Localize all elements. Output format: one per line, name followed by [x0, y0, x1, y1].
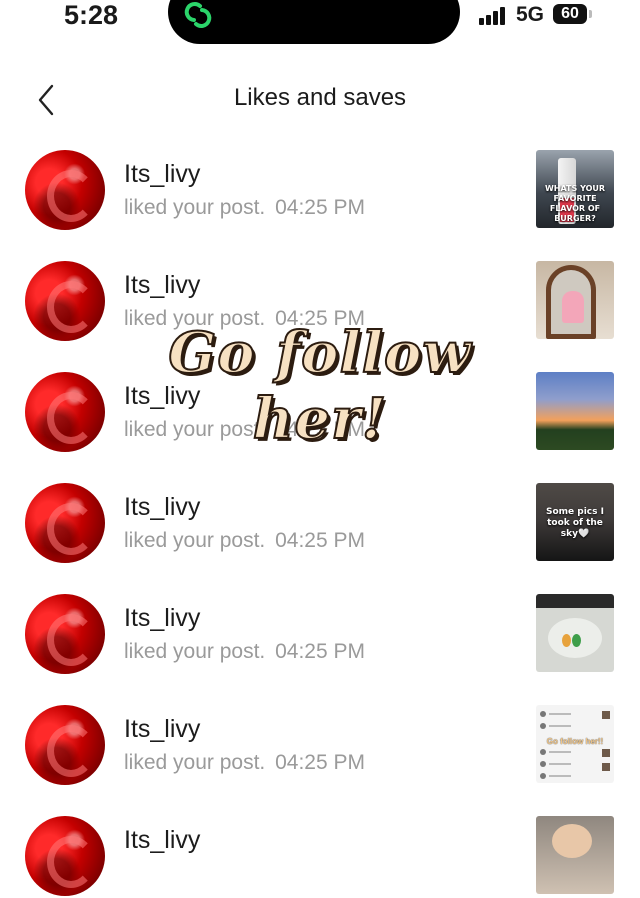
post-thumbnail[interactable]	[536, 594, 614, 672]
post-thumbnail[interactable]	[536, 816, 614, 894]
username[interactable]: Its_livy	[124, 160, 200, 189]
notification-row[interactable]: Its_livy liked your post. 04:25 PM Some …	[0, 479, 640, 565]
status-bar: 5:28 5G 60	[0, 0, 640, 48]
avatar[interactable]	[25, 594, 105, 674]
timestamp: 04:25 PM	[275, 418, 365, 441]
username[interactable]: Its_livy	[124, 382, 200, 411]
clock: 5:28	[64, 0, 119, 30]
avatar[interactable]	[25, 261, 105, 341]
username[interactable]: Its_livy	[124, 826, 200, 855]
timestamp: 04:25 PM	[275, 529, 365, 552]
notification-row[interactable]: Its_livy liked your post. 04:25 PM	[0, 590, 640, 676]
post-thumbnail[interactable]: Some pics I took of the sky🤍	[536, 483, 614, 561]
avatar[interactable]	[25, 816, 105, 896]
thumbnail-caption: Go follow her!!	[546, 737, 604, 746]
username[interactable]: Its_livy	[124, 271, 200, 300]
notification-row[interactable]: Its_livy liked your post. 04:25 PM	[0, 257, 640, 343]
cellular-signal-icon	[479, 7, 509, 25]
activity-text: liked your post. 04:25 PM	[124, 196, 365, 219]
avatar[interactable]	[25, 483, 105, 563]
battery-tip	[589, 10, 592, 18]
timestamp: 04:25 PM	[275, 751, 365, 774]
activity-text: liked your post. 04:25 PM	[124, 418, 365, 441]
post-thumbnail[interactable]	[536, 261, 614, 339]
thumbnail-caption: WHATS YOUR FAVORITE FLAVOR OF BURGER?	[544, 184, 606, 223]
timestamp: 04:25 PM	[275, 196, 365, 219]
post-thumbnail[interactable]	[536, 372, 614, 450]
post-thumbnail[interactable]: WHATS YOUR FAVORITE FLAVOR OF BURGER?	[536, 150, 614, 228]
post-thumbnail[interactable]: Go follow her!!	[536, 705, 614, 783]
timestamp: 04:25 PM	[275, 307, 365, 330]
avatar[interactable]	[25, 705, 105, 785]
network-type: 5G	[516, 3, 545, 26]
notification-row[interactable]: Its_livy liked your post. 04:25 PM	[0, 368, 640, 454]
timestamp: 04:25 PM	[275, 640, 365, 663]
username[interactable]: Its_livy	[124, 715, 200, 744]
notification-row[interactable]: Its_livy liked your post. 04:25 PM WHATS…	[0, 146, 640, 232]
notification-row[interactable]: Its_livy liked your post. 04:25 PM Go fo…	[0, 701, 640, 787]
page-title: Likes and saves	[233, 84, 407, 111]
avatar[interactable]	[25, 150, 105, 230]
activity-text: liked your post. 04:25 PM	[124, 751, 365, 774]
notification-row[interactable]: Its_livy	[0, 812, 640, 898]
username[interactable]: Its_livy	[124, 604, 200, 633]
battery-icon: 60	[553, 4, 587, 24]
username[interactable]: Its_livy	[124, 493, 200, 522]
link-logo-icon	[184, 2, 212, 28]
thumbnail-caption: Some pics I took of the sky🤍	[546, 507, 604, 539]
activity-text: liked your post. 04:25 PM	[124, 529, 365, 552]
avatar[interactable]	[25, 372, 105, 452]
activity-text: liked your post. 04:25 PM	[124, 640, 365, 663]
activity-text: liked your post. 04:25 PM	[124, 307, 365, 330]
